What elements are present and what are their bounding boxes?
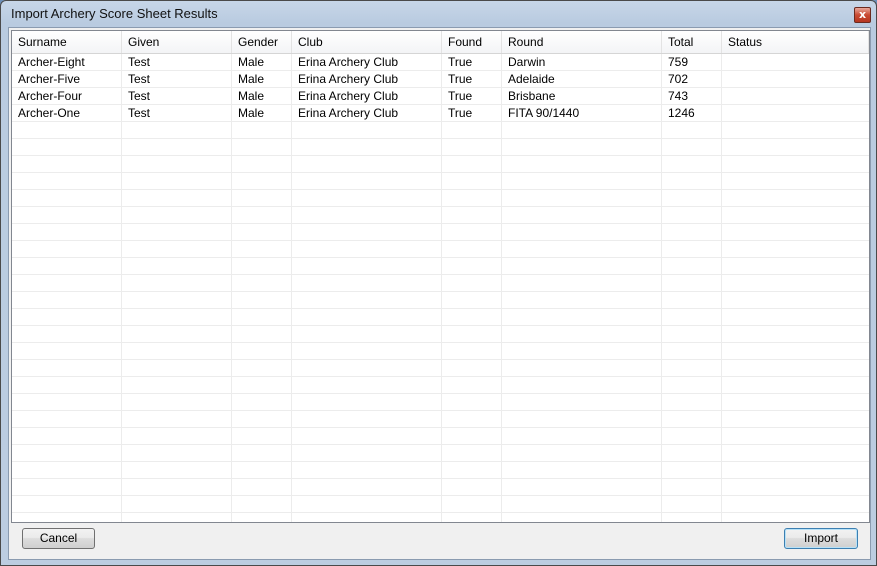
grid-column-divider: [291, 54, 292, 522]
import-button[interactable]: Import: [784, 528, 858, 549]
column-header-club[interactable]: Club: [292, 31, 442, 53]
cell-total: 759: [668, 55, 689, 69]
close-icon[interactable]: x: [854, 7, 871, 23]
cell-gender: Male: [238, 106, 265, 120]
column-header-total[interactable]: Total: [662, 31, 722, 53]
cell-club: Erina Archery Club: [298, 55, 399, 69]
cell-total: 702: [668, 72, 689, 86]
cell-status: [722, 105, 869, 122]
cell-given: Test: [128, 89, 151, 103]
grid-column-divider: [121, 54, 122, 522]
column-header-given[interactable]: Given: [122, 31, 232, 53]
column-header-round[interactable]: Round: [502, 31, 662, 53]
cell-status: [722, 71, 869, 88]
cell-round: Adelaide: [508, 72, 555, 86]
dialog-body: Surname Given Gender Club Found Round To…: [8, 27, 871, 560]
title-bar[interactable]: Import Archery Score Sheet Results x: [1, 1, 876, 27]
cell-found: True: [448, 106, 473, 120]
cell-gender: Male: [238, 89, 265, 103]
grid-header: Surname Given Gender Club Found Round To…: [12, 31, 869, 54]
cell-surname: Archer-One: [18, 106, 81, 120]
grid-column-divider: [441, 54, 442, 522]
cell-status: [722, 54, 869, 71]
cancel-button[interactable]: Cancel: [22, 528, 95, 549]
cell-club: Erina Archery Club: [298, 106, 399, 120]
cell-given: Test: [128, 106, 151, 120]
cell-found: True: [448, 72, 473, 86]
cell-found: True: [448, 89, 473, 103]
column-header-surname[interactable]: Surname: [12, 31, 122, 53]
cell-round: FITA 90/1440: [508, 106, 580, 120]
cell-total: 1246: [668, 106, 695, 120]
column-header-gender[interactable]: Gender: [232, 31, 292, 53]
cell-gender: Male: [238, 72, 265, 86]
column-header-status[interactable]: Status: [722, 31, 869, 53]
column-header-found[interactable]: Found: [442, 31, 502, 53]
window-title: Import Archery Score Sheet Results: [11, 6, 218, 21]
cell-gender: Male: [238, 55, 265, 69]
cell-round: Brisbane: [508, 89, 556, 103]
cell-given: Test: [128, 72, 151, 86]
cell-club: Erina Archery Club: [298, 89, 399, 103]
cell-surname: Archer-Four: [18, 89, 83, 103]
cell-surname: Archer-Five: [18, 72, 81, 86]
grid-column-divider: [501, 54, 502, 522]
cell-club: Erina Archery Club: [298, 72, 399, 86]
cell-round: Darwin: [508, 55, 546, 69]
cell-status: [722, 88, 869, 105]
cell-total: 743: [668, 89, 689, 103]
grid-column-divider: [231, 54, 232, 522]
cell-given: Test: [128, 55, 151, 69]
grid-column-divider: [661, 54, 662, 522]
import-results-dialog: Import Archery Score Sheet Results x Sur…: [0, 0, 877, 566]
results-grid[interactable]: Surname Given Gender Club Found Round To…: [11, 30, 870, 523]
grid-column-divider: [721, 54, 722, 522]
cell-found: True: [448, 55, 473, 69]
cell-surname: Archer-Eight: [18, 55, 85, 69]
